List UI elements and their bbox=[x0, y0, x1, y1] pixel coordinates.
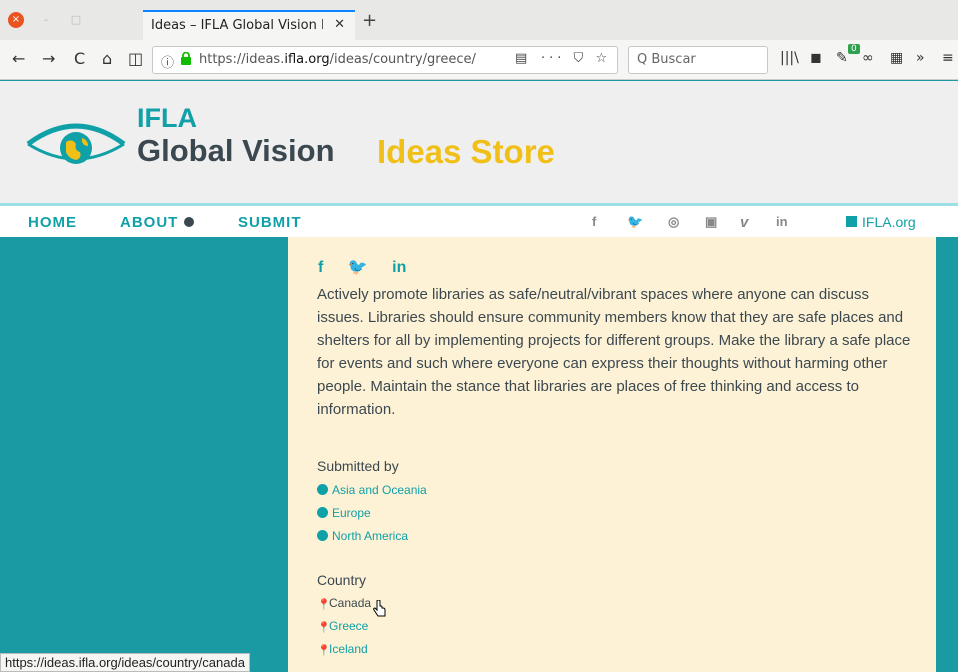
facebook-icon[interactable]: f bbox=[592, 214, 596, 229]
reader-view-icon[interactable]: ▤ bbox=[515, 51, 527, 66]
share-facebook-icon[interactable]: f bbox=[318, 259, 323, 276]
region-link-europe[interactable]: Europe bbox=[317, 506, 371, 520]
reload-icon[interactable]: C bbox=[74, 49, 85, 68]
browser-tab-strip: × – □ Ideas – IFLA Global Vision Id ✕ + bbox=[0, 0, 958, 40]
main-menu: HOME ABOUT SUBMIT f 🐦 ◎ ▣ v in IFLA.org bbox=[0, 203, 958, 237]
ifla-org-link[interactable]: IFLA.org bbox=[846, 214, 916, 230]
ifla-org-label: IFLA.org bbox=[862, 214, 916, 230]
share-twitter-icon[interactable]: 🐦 bbox=[348, 259, 368, 276]
site-info-icon[interactable]: ⓘ bbox=[161, 52, 174, 71]
country-link-canada[interactable]: 📍Canada bbox=[317, 596, 372, 611]
vimeo-icon[interactable]: v bbox=[740, 214, 748, 231]
extension-icon[interactable]: ◼ bbox=[810, 50, 822, 66]
idea-description: Actively promote libraries as safe/neutr… bbox=[317, 286, 911, 418]
share-linkedin-icon[interactable]: in bbox=[392, 259, 406, 276]
region-link-asia[interactable]: Asia and Oceania bbox=[317, 483, 427, 497]
country-label-text: Canada bbox=[329, 596, 372, 610]
extension-badge: 0 bbox=[848, 44, 860, 54]
globe-icon bbox=[317, 530, 328, 541]
country-label-text: Iceland bbox=[329, 642, 368, 656]
globe-icon bbox=[317, 484, 328, 495]
site-header: IFLA Global Vision Ideas Store bbox=[0, 81, 958, 203]
instagram-icon[interactable]: ◎ bbox=[668, 214, 679, 230]
region-label: Asia and Oceania bbox=[332, 483, 427, 497]
hand-cursor-icon bbox=[373, 600, 386, 617]
url-bar[interactable]: ⓘ https://ideas.ifla.org/ideas/country/g… bbox=[152, 46, 618, 74]
share-icons: f 🐦 in bbox=[318, 257, 426, 277]
menu-submit[interactable]: SUBMIT bbox=[238, 214, 302, 231]
globe-icon bbox=[317, 507, 328, 518]
map-pin-icon: 📍 bbox=[317, 645, 331, 657]
ifla-square-icon bbox=[846, 216, 857, 227]
forward-icon[interactable]: → bbox=[42, 49, 55, 68]
logo-global-vision-text: Global Vision bbox=[137, 133, 335, 168]
lock-icon bbox=[180, 51, 192, 68]
linkedin-icon[interactable]: in bbox=[776, 214, 788, 229]
tab-title: Ideas – IFLA Global Vision Id bbox=[151, 18, 323, 33]
logo-ideas-store-text: Ideas Store bbox=[377, 133, 555, 170]
menu-about-label: ABOUT bbox=[120, 214, 179, 231]
submitted-by-label: Submitted by bbox=[317, 458, 399, 474]
menu-icon[interactable]: ≡ bbox=[942, 50, 954, 66]
url-text: https://ideas.ifla.org/ideas/country/gre… bbox=[199, 52, 476, 67]
map-pin-icon: 📍 bbox=[317, 599, 331, 611]
menu-home[interactable]: HOME bbox=[28, 214, 77, 231]
extension-grid-icon[interactable]: ▦ bbox=[890, 50, 903, 66]
window-minimize-button[interactable]: – bbox=[38, 12, 54, 28]
overflow-icon[interactable]: » bbox=[916, 50, 925, 66]
region-label: Europe bbox=[332, 506, 371, 520]
home-icon[interactable]: ⌂ bbox=[102, 49, 112, 68]
library-icon[interactable]: |||\ bbox=[780, 50, 799, 66]
chevron-down-icon bbox=[184, 217, 195, 227]
extension-infinity-icon[interactable]: ∞ bbox=[862, 50, 874, 66]
region-link-north-america[interactable]: North America bbox=[317, 529, 408, 543]
twitter-icon[interactable]: 🐦 bbox=[627, 214, 643, 230]
new-tab-button[interactable]: + bbox=[362, 10, 377, 31]
browser-tab-active[interactable]: Ideas – IFLA Global Vision Id ✕ bbox=[143, 10, 355, 40]
youtube-icon[interactable]: ▣ bbox=[705, 214, 717, 230]
ifla-eye-logo-icon[interactable] bbox=[26, 114, 126, 172]
page-actions: ··· ⛉ ☆ bbox=[541, 51, 611, 66]
window-maximize-button[interactable]: □ bbox=[68, 12, 84, 28]
country-label: Country bbox=[317, 572, 367, 588]
country-link-iceland[interactable]: 📍Iceland bbox=[317, 642, 368, 657]
tab-close-icon[interactable]: ✕ bbox=[334, 17, 345, 32]
browser-nav-bar: ← → C ⌂ ◫ ⓘ https://ideas.ifla.org/ideas… bbox=[0, 40, 958, 80]
sidebar-icon[interactable]: ◫ bbox=[128, 49, 143, 68]
country-label-text: Greece bbox=[329, 619, 369, 633]
extension-pen-icon[interactable]: ✎ bbox=[836, 50, 848, 66]
more-actions-icon[interactable]: ··· bbox=[541, 51, 565, 66]
country-link-greece[interactable]: 📍Greece bbox=[317, 619, 369, 634]
status-bar-url: https://ideas.ifla.org/ideas/country/can… bbox=[0, 653, 250, 672]
pocket-icon[interactable]: ⛉ bbox=[574, 51, 588, 66]
search-input[interactable]: Q Buscar bbox=[628, 46, 768, 74]
region-label: North America bbox=[332, 529, 409, 543]
menu-about[interactable]: ABOUT bbox=[120, 214, 195, 231]
window-close-button[interactable]: × bbox=[8, 12, 24, 28]
map-pin-icon: 📍 bbox=[317, 622, 331, 634]
logo-ifla-text: IFLA bbox=[137, 103, 197, 133]
back-icon[interactable]: ← bbox=[12, 49, 25, 68]
bookmark-star-icon[interactable]: ☆ bbox=[595, 51, 611, 66]
